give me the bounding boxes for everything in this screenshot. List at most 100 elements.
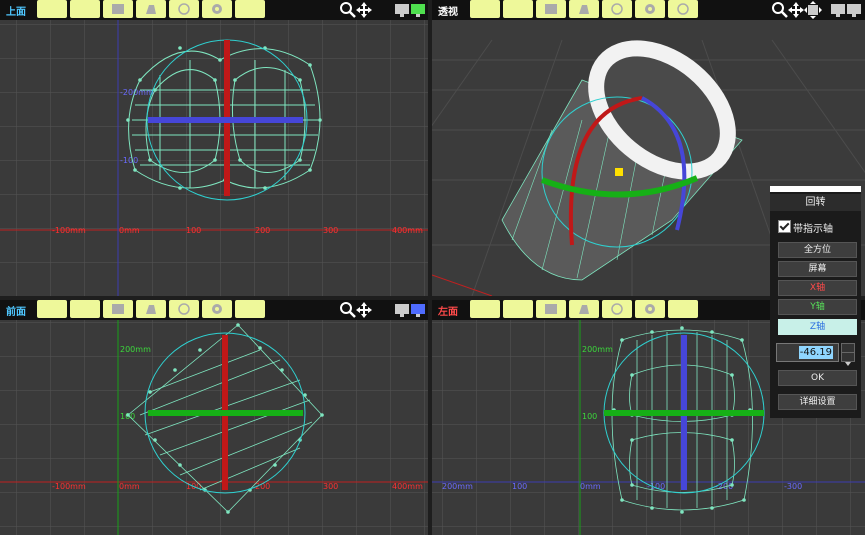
orbit-icon[interactable] <box>804 1 822 19</box>
toolbar-btn-7[interactable] <box>235 300 265 318</box>
viewport-top[interactable]: 上面 -200mm -100 -100mm 0mm 100 200 300 40… <box>0 0 428 296</box>
screen-button[interactable]: 屏幕 <box>778 261 857 277</box>
gear-icon <box>212 4 222 14</box>
toolbar-btn-settings[interactable] <box>202 300 232 318</box>
axis-label: -100mm <box>52 226 86 235</box>
camera-icon <box>146 305 156 314</box>
move-arrows-icon[interactable] <box>355 301 373 319</box>
angle-input[interactable]: -46.19 <box>776 343 839 362</box>
show-axis-label: 带指示轴 <box>793 224 833 235</box>
x-axis-button[interactable]: X轴 <box>778 280 857 296</box>
toolbar-btn-box[interactable] <box>536 300 566 318</box>
toolbar-btn-box[interactable] <box>103 0 133 18</box>
globe-icon <box>611 303 623 315</box>
axis-label: 300 <box>323 226 338 235</box>
triangle-down-icon <box>845 362 851 366</box>
viewport-top-scene[interactable]: -200mm -100 -100mm 0mm 100 200 300 400mm <box>0 20 428 296</box>
toolbar-btn-2[interactable] <box>70 0 100 18</box>
gear-icon <box>645 4 655 14</box>
move-arrows-icon[interactable] <box>787 1 805 19</box>
axis-label: -100mm <box>52 482 86 491</box>
toolbar-btn-globe[interactable] <box>602 0 632 18</box>
dual-monitor-icon[interactable] <box>394 301 428 319</box>
axis-label: 400mm <box>392 482 423 491</box>
toolbar-btn-globe[interactable] <box>602 300 632 318</box>
camera-icon <box>579 305 589 314</box>
dual-monitor-icon[interactable] <box>394 1 428 19</box>
dual-monitor-icon[interactable] <box>830 1 864 19</box>
viewport-front-toolbar: 前面 <box>0 300 428 320</box>
axis-label: 0mm <box>580 482 601 491</box>
viewport-front[interactable]: 前面 200mm 100 -100mm 0mm 100 200 300 400m… <box>0 300 428 535</box>
box-icon <box>545 4 557 14</box>
ok-button[interactable]: OK <box>778 370 857 386</box>
gear-icon <box>212 304 222 314</box>
viewport-front-scene[interactable]: 200mm 100 -100mm 0mm 100 200 300 400mm <box>0 320 428 535</box>
camera-icon <box>146 5 156 14</box>
toolbar-btn-settings[interactable] <box>635 300 665 318</box>
toolbar-btn-2[interactable] <box>503 300 533 318</box>
toolbar-btn-camera[interactable] <box>569 0 599 18</box>
toolbar-btn-globe[interactable] <box>169 300 199 318</box>
toolbar-btn-settings[interactable] <box>635 0 665 18</box>
toolbar-btn-camera[interactable] <box>136 0 166 18</box>
toolbar-btn-box[interactable] <box>536 0 566 18</box>
axis-label: 100 <box>186 226 201 235</box>
globe-icon <box>178 3 190 15</box>
toolbar-btn-7[interactable] <box>668 300 698 318</box>
move-arrows-icon[interactable] <box>355 1 373 19</box>
toolbar-btn-1[interactable] <box>470 300 500 318</box>
angle-value: -46.19 <box>798 346 833 359</box>
details-button[interactable]: 详细设置 <box>778 394 857 410</box>
y-axis-button[interactable]: Y轴 <box>778 299 857 315</box>
box-icon <box>545 304 557 314</box>
show-axis-checkbox[interactable] <box>778 220 791 233</box>
toolbar-btn-1[interactable] <box>37 0 67 18</box>
viewport-front-label: 前面 <box>6 307 26 318</box>
camera-icon <box>579 5 589 14</box>
refresh-icon <box>677 3 689 15</box>
toolbar-btn-refresh[interactable] <box>668 0 698 18</box>
toolbar-btn-camera[interactable] <box>569 300 599 318</box>
toolbar-btn-2[interactable] <box>70 300 100 318</box>
toolbar-btn-settings[interactable] <box>202 0 232 18</box>
z-axis-button[interactable]: Z轴 <box>778 319 857 335</box>
gizmo-center-handle[interactable] <box>615 168 623 176</box>
axis-label: 200 <box>255 226 270 235</box>
axis-label: 300 <box>323 482 338 491</box>
all-direction-button[interactable]: 全方位 <box>778 242 857 258</box>
globe-icon <box>611 3 623 15</box>
axis-label: 400mm <box>392 226 423 235</box>
toolbar-btn-1[interactable] <box>37 300 67 318</box>
rotate-panel: 回转 带指示轴 全方位 屏幕 X轴 Y轴 Z轴 -46.19 OK 详细设置 <box>770 186 861 418</box>
box-icon <box>112 4 124 14</box>
axis-label: 100 <box>582 412 597 421</box>
gear-icon <box>645 304 655 314</box>
gizmo-y-axis[interactable] <box>604 410 764 416</box>
axis-label: -200 <box>715 482 733 491</box>
viewport-perspective-label: 透视 <box>438 7 458 18</box>
viewport-left-label: 左面 <box>438 307 458 318</box>
viewport-top-label: 上面 <box>6 7 26 18</box>
axis-label: 200mm <box>582 345 613 354</box>
axis-label: -100 <box>120 156 138 165</box>
box-icon <box>112 304 124 314</box>
toolbar-btn-1[interactable] <box>470 0 500 18</box>
viewport-top-toolbar: 上面 <box>0 0 428 20</box>
angle-down-button[interactable] <box>841 352 855 366</box>
axis-label: -300 <box>784 482 802 491</box>
toolbar-btn-globe[interactable] <box>169 0 199 18</box>
axis-label: 200mm <box>120 345 151 354</box>
toolbar-btn-2[interactable] <box>503 0 533 18</box>
toolbar-btn-camera[interactable] <box>136 300 166 318</box>
globe-icon <box>178 303 190 315</box>
toolbar-btn-box[interactable] <box>103 300 133 318</box>
gizmo-y-axis[interactable] <box>148 410 303 416</box>
panel-top-strip <box>770 186 861 192</box>
axis-label: 0mm <box>119 226 140 235</box>
panel-title: 回转 <box>770 194 861 211</box>
toolbar-btn-7[interactable] <box>235 0 265 18</box>
gizmo-z-axis[interactable] <box>148 117 303 123</box>
axis-label: 100 <box>512 482 527 491</box>
axis-label: 0mm <box>119 482 140 491</box>
